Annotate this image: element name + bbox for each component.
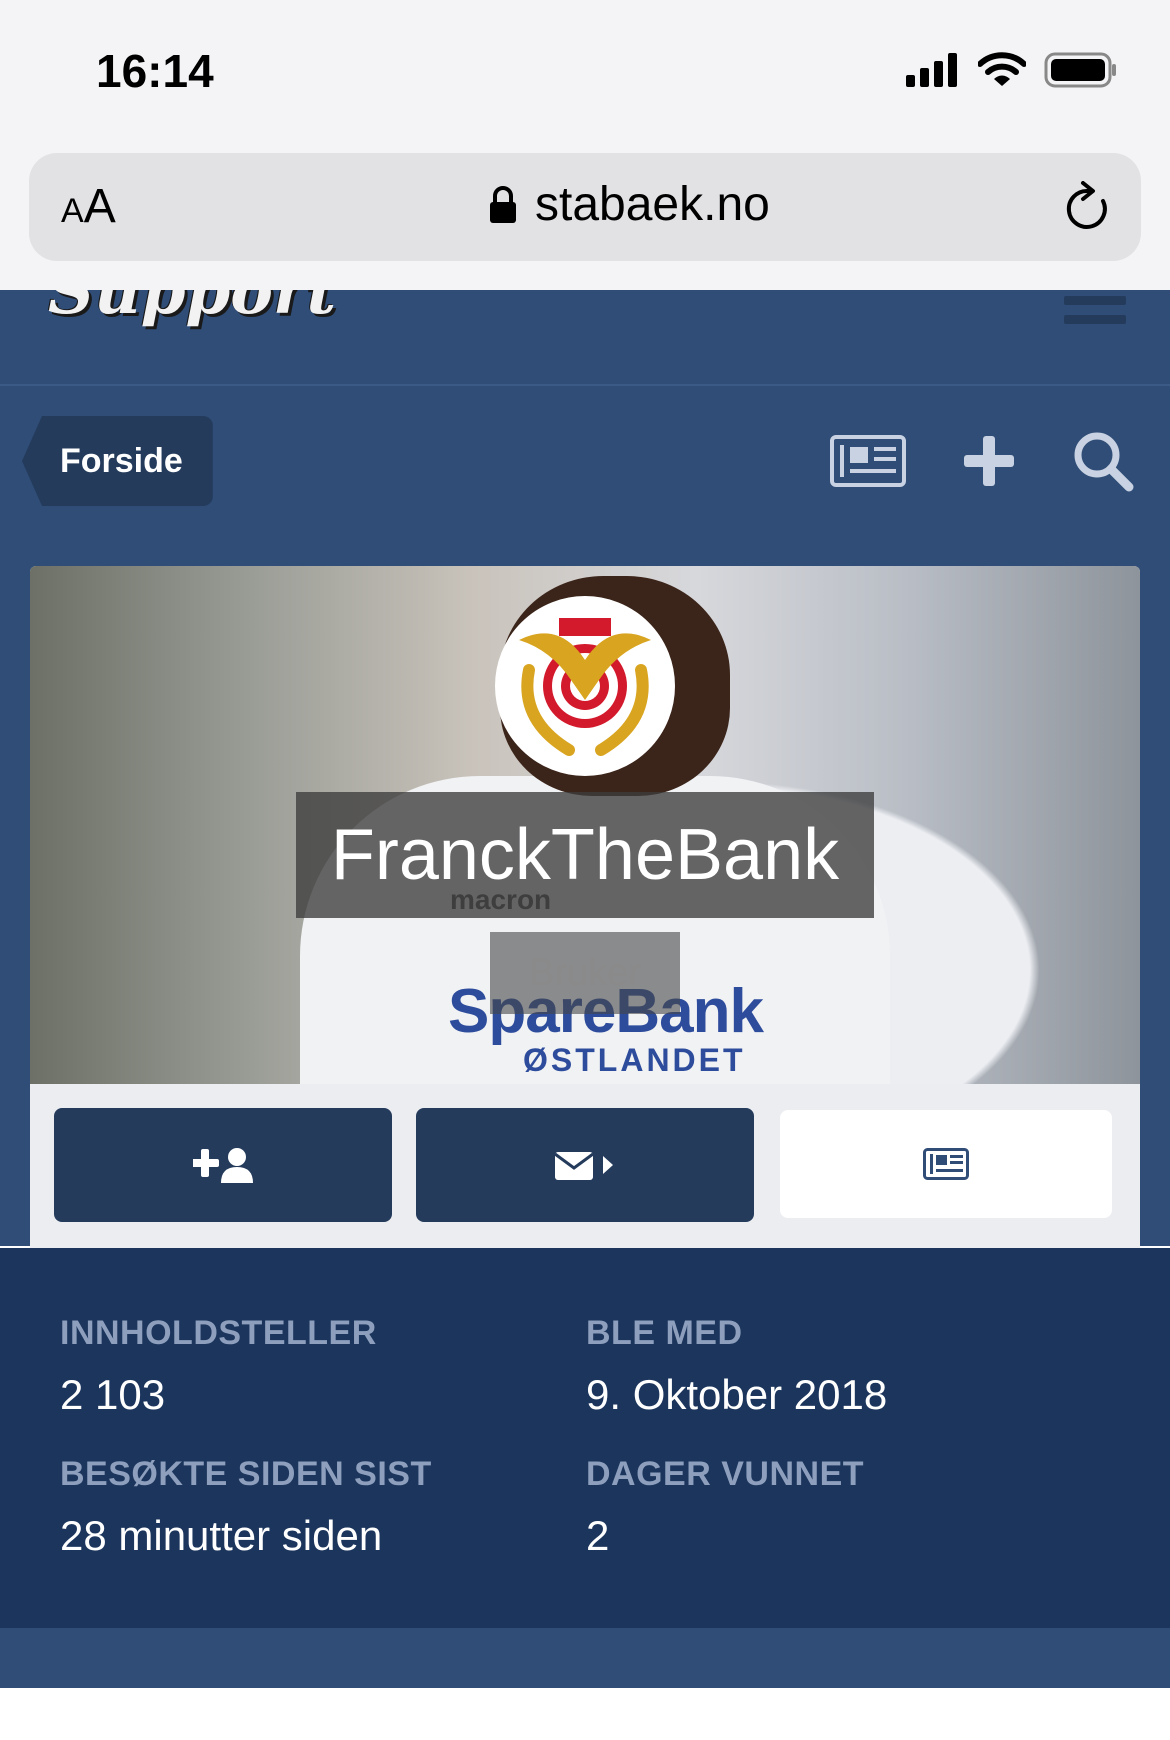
lock-icon: [490, 185, 516, 223]
stat-value: 2: [586, 1512, 610, 1559]
nav-icons: [830, 430, 1134, 492]
site-logo[interactable]: Support: [48, 290, 336, 329]
user-group: Bruker: [529, 951, 641, 994]
status-bar: 16:14: [0, 0, 1170, 150]
user-group-badge: Bruker: [490, 932, 680, 1014]
text-size-big: A: [83, 180, 116, 233]
reload-icon[interactable]: [1063, 181, 1113, 235]
stat-label: BESØKTE SIDEN SIST: [60, 1455, 432, 1493]
profile-card: macron SpareBank ØSTLANDET FranckTheBank…: [30, 566, 1140, 1248]
stat-content-count: INNHOLDSTELLER 2 103: [60, 1314, 377, 1419]
profile-stats: INNHOLDSTELLER 2 103 BLE MED 9. Oktober …: [0, 1248, 1170, 1628]
url-display[interactable]: stabaek.no: [489, 177, 770, 232]
signal-icon: [906, 53, 957, 87]
battery-icon: [1044, 52, 1116, 88]
stat-value: 28 minutter siden: [60, 1512, 383, 1559]
content-icon: [923, 1148, 969, 1180]
site-header: Support: [0, 290, 1170, 386]
plus-icon[interactable]: [962, 434, 1016, 488]
message-icon: [554, 1152, 613, 1180]
wifi-icon: [978, 52, 1026, 86]
stat-joined: BLE MED 9. Oktober 2018: [586, 1314, 887, 1419]
username: FranckTheBank: [330, 815, 840, 895]
status-icons: [906, 52, 1118, 88]
status-time: 16:14: [96, 45, 214, 97]
text-size-small: A: [61, 192, 84, 230]
browser-toolbar: AA stabaek.no: [0, 130, 1170, 290]
eagle-emblem-icon: [499, 600, 671, 772]
text-size-button[interactable]: AA: [61, 179, 116, 234]
address-bar[interactable]: AA stabaek.no: [29, 153, 1141, 261]
avatar[interactable]: [495, 596, 675, 776]
cover-sponsor-text-2: ØSTLANDET: [523, 1042, 746, 1078]
stat-label: DAGER VUNNET: [586, 1455, 865, 1493]
profile-actions: [30, 1084, 1140, 1248]
activity-icon[interactable]: [830, 435, 906, 487]
stat-days-won: DAGER VUNNET 2: [586, 1455, 864, 1560]
breadcrumb-home[interactable]: Forside: [22, 416, 213, 506]
content-button[interactable]: [780, 1110, 1112, 1218]
stat-value: 9. Oktober 2018: [586, 1371, 888, 1418]
stat-value: 2 103: [60, 1371, 166, 1418]
stat-last-visited: BESØKTE SIDEN SIST 28 minutter siden: [60, 1455, 432, 1560]
url-text: stabaek.no: [535, 178, 770, 231]
username-box: FranckTheBank: [296, 792, 874, 918]
stat-label: INNHOLDSTELLER: [60, 1314, 377, 1352]
message-button[interactable]: [416, 1108, 754, 1222]
follow-icon: [193, 1148, 253, 1183]
hamburger-icon[interactable]: [1064, 296, 1126, 334]
follow-button[interactable]: [54, 1108, 392, 1222]
stat-label: BLE MED: [586, 1314, 743, 1352]
footer-band: [0, 1628, 1170, 1688]
search-icon[interactable]: [1072, 430, 1134, 492]
